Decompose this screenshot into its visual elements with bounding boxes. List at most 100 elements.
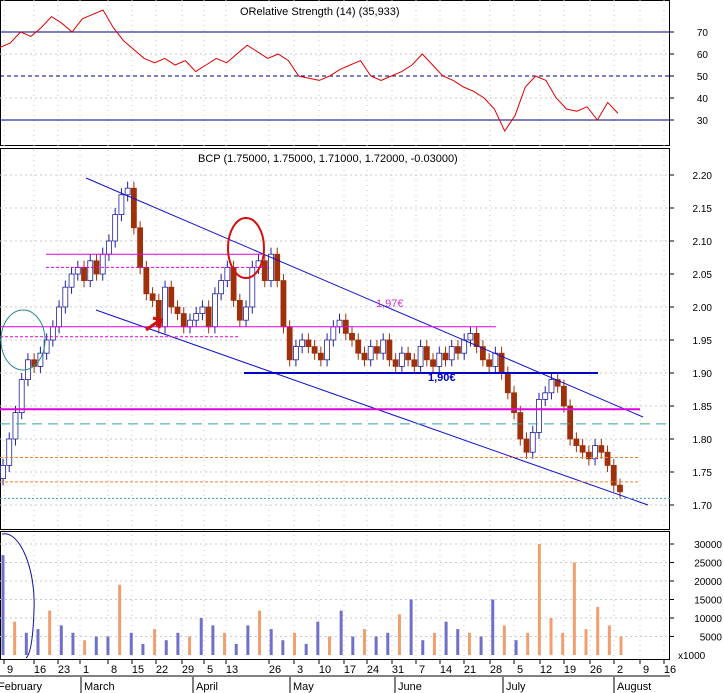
volume-bar [59,625,63,655]
annotation-190: 1,90€ [428,372,456,384]
candle-body [492,352,499,367]
candle-body [567,405,574,440]
volume-bar [188,636,192,655]
x-month-label: June [398,681,422,693]
candle-body [106,240,112,255]
x-month-label: March [84,681,115,693]
volume-bar [118,584,122,655]
rsi-tick-label: 30 [697,116,709,127]
candle-body [112,214,119,242]
volume-bar [269,629,273,655]
candle-body [317,352,324,361]
x-month-label: July [506,681,526,693]
candle-body [305,339,312,347]
price-tick-label: 2.00 [693,303,713,314]
price-tick-label: 2.15 [693,204,713,215]
price-tick-label: 1.90 [693,369,713,380]
x-day-label: 22 [156,664,168,676]
candle-body [448,346,455,361]
candle-body [536,398,542,433]
candle-body [592,445,598,460]
volume-bar [164,640,168,655]
candle-body [517,412,524,440]
candle-body [324,339,330,361]
rsi-tick-label: 50 [697,72,709,83]
candle-body [274,253,281,281]
candle-body [542,392,549,400]
volume-bar [479,636,483,655]
candle-body [249,266,256,308]
candle-body [311,346,318,354]
candle-body [430,359,436,367]
candle-body [442,352,449,361]
candle-body [361,352,368,361]
volume-bar [293,632,297,655]
candle-body [604,451,611,466]
volume-bar [386,632,390,655]
volume-bar [223,632,227,655]
price-tick-label: 2.20 [693,171,713,182]
volume-bar [211,625,215,655]
price-title: BCP (1.75000, 1.75000, 1.71000, 1.72000,… [198,153,458,165]
candle-body [405,352,412,361]
candle-body [280,280,287,328]
candle-body [187,319,193,328]
x-day-label: 7 [419,664,425,676]
volume-bar [526,632,530,655]
x-day-label: 29 [182,664,194,676]
rsi-line [0,9,619,133]
candle-body [12,412,19,440]
candle-body [56,306,62,328]
volume-bar [258,610,262,655]
volume-bar [456,629,460,655]
candle-body [355,339,362,354]
x-day-label: 5 [207,664,213,676]
x-day-label: 15 [132,664,144,676]
volume-bar [304,643,308,655]
candle-body [193,313,200,321]
volume-bar [94,636,98,655]
x-day-label: 9 [643,664,649,676]
volume-bar [444,621,448,655]
candle-body [293,346,299,361]
x-day-label: 5 [517,664,523,676]
volume-bar [584,629,588,655]
volume-tick-label: 25000 [694,559,722,570]
candle-body [504,372,511,394]
red-circle-annotation [227,217,265,279]
volume-bar [71,632,75,655]
candle-body [211,293,218,328]
price-tick-label: 1.70 [693,501,713,512]
x-day-label: 23 [58,664,70,676]
candle-body [461,339,468,354]
candle-body [330,326,337,341]
candle-body [87,260,94,281]
candle-body [6,438,13,466]
volume-bar [199,618,203,655]
price-tick-label: 1.95 [693,336,713,347]
volume-bar [129,632,133,655]
candle-body [0,464,6,479]
candle-body [224,266,231,281]
x-day-label: 19 [564,664,576,676]
candle-body [180,313,187,328]
candle-body [349,332,355,341]
x-day-label: 17 [344,664,356,676]
volume-bar [537,544,541,655]
volume-bar [502,625,506,655]
candle-body [411,359,418,367]
x-day-label: 26 [269,664,281,676]
x-day-label: 12 [540,664,552,676]
x-day-label: 16 [664,664,676,676]
volume-bar [491,599,495,655]
channel-lower-line [95,309,649,506]
candle-body [218,280,225,295]
candle-body [548,379,555,394]
candle-body [62,286,69,308]
volume-bar [607,625,611,655]
volume-multiplier: x1000 [678,651,706,662]
candle-body [199,306,206,314]
stock-chart: 70 60 50 40 30 2.20 2.15 2.10 2.05 2.00 1.95 1.90 1.… [0,0,722,693]
candle-body [261,260,268,281]
volume-bar [572,562,576,655]
